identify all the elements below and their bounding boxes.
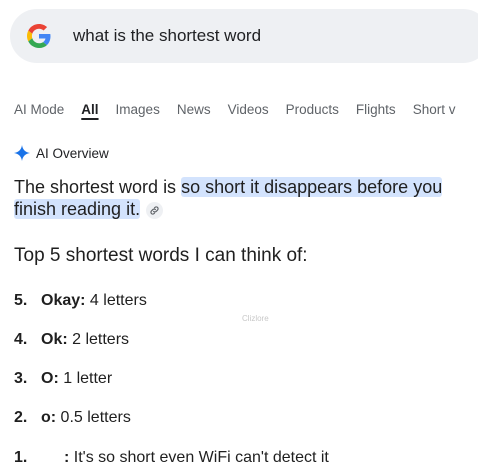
list-item: 3. O: 1 letter [14, 370, 112, 388]
google-g-icon [26, 23, 52, 49]
list-item-number: 4. [14, 331, 28, 348]
tab-news[interactable]: News [177, 102, 211, 117]
tab-all[interactable]: All [81, 102, 98, 117]
list-item-term: O [41, 370, 54, 387]
list-item-number: 2. [14, 409, 28, 426]
tab-short-videos[interactable]: Short v [413, 102, 456, 117]
list-item-term: Ok [41, 331, 63, 348]
tab-ai-mode[interactable]: AI Mode [14, 102, 64, 117]
list-title: Top 5 shortest words I can think of: [14, 245, 308, 266]
tab-flights[interactable]: Flights [356, 102, 396, 117]
search-results-page: what is the shortest word AI Mode All Im… [0, 0, 478, 476]
watermark: Clizlore [242, 314, 269, 323]
list-item-number: 5. [14, 292, 28, 309]
list-item-desc: It's so short even WiFi can't detect it [69, 449, 329, 466]
ai-overview-header: AI Overview [14, 145, 109, 161]
list-item: 2. o: 0.5 letters [14, 409, 131, 427]
list-item-desc: 2 letters [67, 331, 130, 348]
tab-videos[interactable]: Videos [228, 102, 269, 117]
search-tabs: AI Mode All Images News Videos Products … [14, 102, 472, 117]
ai-overview-label: AI Overview [36, 145, 109, 161]
search-bar[interactable]: what is the shortest word [10, 9, 478, 63]
list-item: 1.: It's so short even WiFi can't detect… [14, 449, 329, 467]
sparkle-icon [14, 145, 30, 161]
tab-products[interactable]: Products [286, 102, 339, 117]
ai-overview-answer: The shortest word is so short it disappe… [14, 176, 474, 220]
list-item-term: o [41, 409, 51, 426]
tab-images[interactable]: Images [116, 102, 160, 117]
list-item-number: 1. [14, 449, 28, 466]
list-item-desc: 4 letters [85, 292, 147, 309]
link-icon[interactable] [146, 201, 164, 219]
list-item-desc: 0.5 letters [56, 409, 131, 426]
search-input[interactable]: what is the shortest word [73, 26, 261, 46]
answer-text: The shortest word is [14, 177, 182, 197]
list-item: 5. Okay: 4 letters [14, 292, 147, 310]
list-item-term: Okay [41, 292, 81, 309]
list-item: 4. Ok: 2 letters [14, 331, 129, 349]
list-item-desc: 1 letter [58, 370, 113, 387]
list-item-number: 3. [14, 370, 28, 387]
